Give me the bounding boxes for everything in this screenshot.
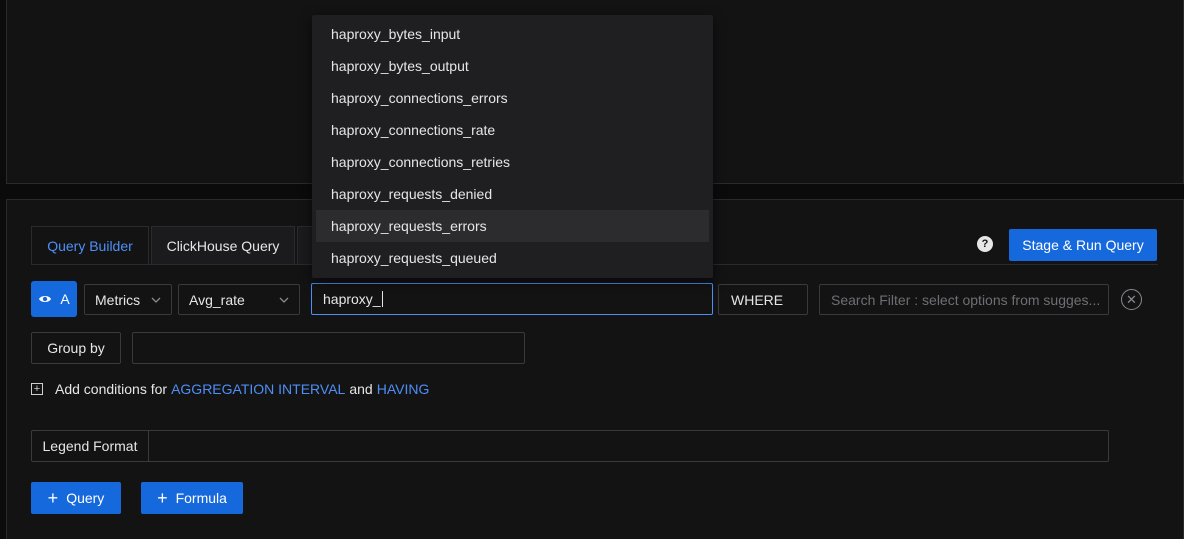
suggestion-item[interactable]: haproxy_requests_denied	[316, 178, 709, 210]
tab-promql[interactable]	[297, 226, 313, 265]
chevron-down-icon	[151, 297, 161, 303]
group-by-input[interactable]	[132, 332, 525, 364]
help-icon[interactable]: ?	[977, 236, 993, 252]
plus-icon: +	[157, 488, 168, 508]
add-query-button[interactable]: + Query	[31, 482, 121, 514]
chevron-down-icon	[279, 297, 289, 303]
suggestion-item[interactable]: haproxy_connections_errors	[316, 82, 709, 114]
eye-icon	[39, 296, 52, 302]
add-conditions-row[interactable]: + Add conditions for AGGREGATION INTERVA…	[31, 380, 429, 398]
where-label: WHERE	[718, 284, 808, 315]
group-by-label: Group by	[31, 332, 121, 364]
suggestion-item-highlighted[interactable]: haproxy_requests_errors	[316, 210, 709, 242]
metric-name-input[interactable]: haproxy_	[311, 283, 713, 315]
legend-format-label: Legend Format	[32, 431, 149, 461]
metric-suggestions-dropdown: haproxy_bytes_input haproxy_bytes_output…	[312, 15, 713, 278]
aggregation-interval-link[interactable]: AGGREGATION INTERVAL	[171, 381, 345, 397]
legend-format-input[interactable]	[149, 431, 1108, 461]
suggestion-item[interactable]: haproxy_bytes_output	[316, 50, 709, 82]
conditions-and: and	[349, 381, 373, 397]
tab-query-builder[interactable]: Query Builder	[31, 226, 149, 265]
legend-format-row: Legend Format	[31, 430, 1109, 462]
query-letter: A	[60, 291, 70, 307]
suggestion-item[interactable]: haproxy_bytes_input	[316, 18, 709, 50]
having-link[interactable]: HAVING	[377, 381, 430, 397]
remove-query-icon[interactable]: ✕	[1121, 289, 1142, 310]
conditions-prefix: Add conditions for	[55, 381, 168, 397]
data-source-select[interactable]: Metrics	[84, 284, 172, 315]
expand-plus-icon[interactable]: +	[31, 383, 43, 395]
stage-run-query-button[interactable]: Stage & Run Query	[1009, 229, 1157, 261]
text-cursor	[381, 291, 383, 307]
aggregate-operator-select[interactable]: Avg_rate	[178, 284, 300, 315]
tab-clickhouse-query[interactable]: ClickHouse Query	[151, 226, 295, 265]
search-filter-input[interactable]: Search Filter : select options from sugg…	[819, 284, 1109, 315]
suggestion-item[interactable]: haproxy_requests_queued	[316, 242, 709, 274]
query-visibility-toggle[interactable]: A	[31, 281, 77, 317]
plus-icon: +	[47, 488, 59, 508]
suggestion-item[interactable]: haproxy_connections_retries	[316, 146, 709, 178]
tab-label: Query Builder	[47, 237, 133, 254]
tab-label: ClickHouse Query	[166, 237, 280, 254]
suggestion-item[interactable]: haproxy_connections_rate	[316, 114, 709, 146]
add-formula-button[interactable]: + Formula	[141, 482, 243, 514]
